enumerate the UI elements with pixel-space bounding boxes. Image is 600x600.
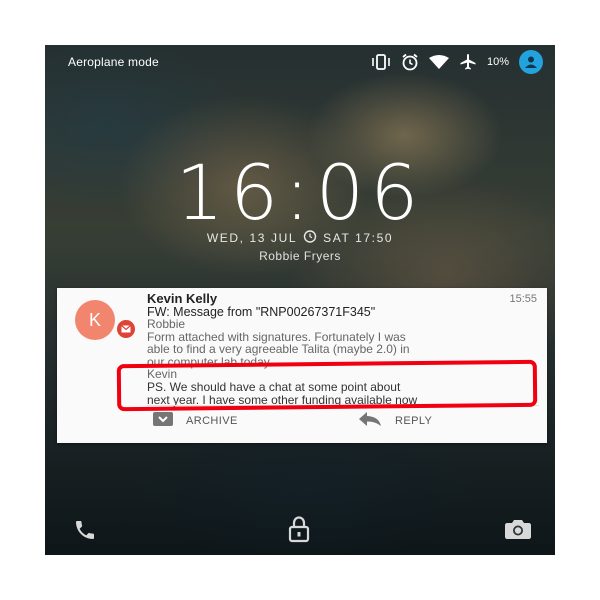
archive-icon [152,411,174,430]
next-alarm-text: SAT 17:50 [323,230,394,245]
user-avatar-icon[interactable] [519,50,543,74]
date-text: WED, 13 JUL [206,230,298,245]
alarm-icon [401,53,419,71]
battery-level: 10% [486,56,509,68]
unlock-icon[interactable] [287,515,311,548]
lock-clock: 16:06 [175,148,425,237]
airplane-icon [459,53,477,71]
sender-name: Kevin Kelly [147,291,218,306]
red-highlight-annotation [116,359,538,412]
lock-screen: Aeroplane mode 10% 16:06 WED, 13 JUL SAT… [45,45,555,555]
alarm-clock-icon [303,229,317,246]
reply-button[interactable]: REPLY [357,411,432,430]
gmail-icon [115,318,137,340]
sender-avatar: K [75,300,115,340]
status-icons: 10% [371,50,543,74]
status-bar: Aeroplane mode 10% [45,45,555,79]
phone-icon[interactable] [73,518,97,547]
notification-time: 15:55 [509,293,537,305]
reply-label: REPLY [395,414,433,427]
vibrate-icon [371,54,391,70]
archive-label: ARCHIVE [186,414,238,427]
reply-icon [357,411,383,430]
email-preview-line: Robbie [147,317,186,331]
date-alarm-line: WED, 13 JUL SAT 17:50 [45,229,555,246]
archive-button[interactable]: ARCHIVE [152,411,238,430]
camera-icon[interactable] [504,517,532,546]
owner-info: Robbie Fryers [259,249,341,263]
airplane-mode-label: Aeroplane mode [68,55,159,69]
email-preview-line: able to find a very agreeable Talita (ma… [147,342,410,357]
wifi-icon [428,55,449,69]
